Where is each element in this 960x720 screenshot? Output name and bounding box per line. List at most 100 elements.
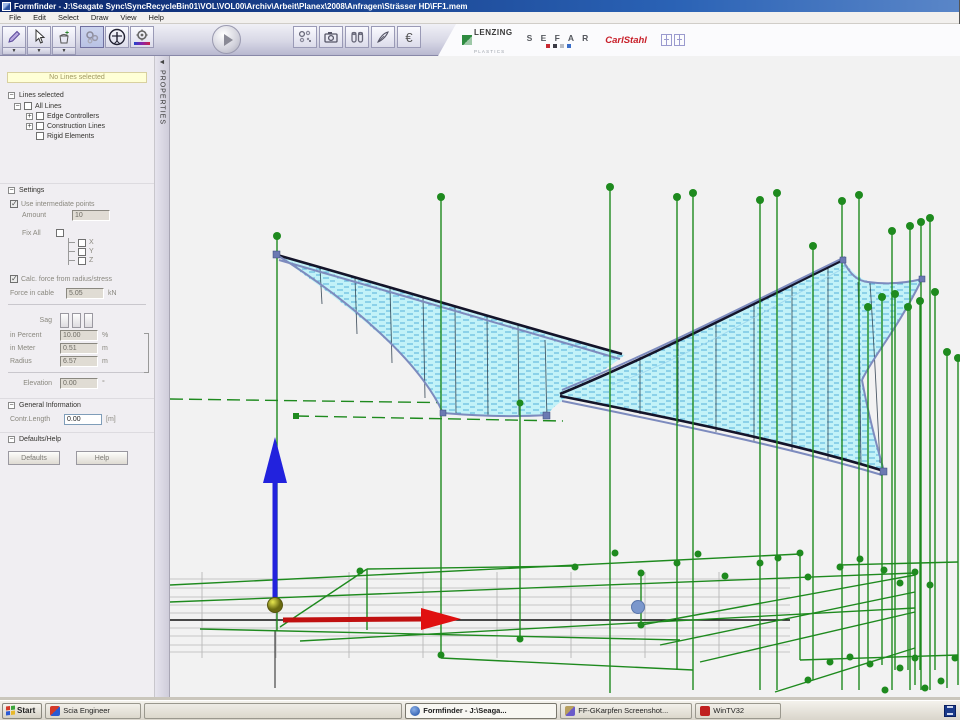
all-lines-checkbox[interactable] [24,102,32,110]
bucket-dropdown[interactable]: ▼ [52,48,76,55]
gear-color-icon [133,28,151,46]
collapse-icon[interactable]: − [8,92,15,99]
calc-force-checkbox[interactable] [10,275,18,283]
collapse-panel-arrow-icon[interactable]: ◄ [159,59,166,66]
fix-all-checkbox[interactable] [56,229,64,237]
in-percent-field[interactable]: 10.00 [60,330,98,341]
select-button[interactable] [27,26,51,48]
wintv-icon [700,706,710,716]
sponsor-logos: LENZING PLASTICS S E F A R CarlStahl [456,24,960,56]
force-field[interactable]: 5.05 [66,288,104,299]
calc-force-row[interactable]: Calc. force from radius/stress [10,274,154,284]
feather-button[interactable] [371,26,395,48]
task-wintv32[interactable]: WinTV32 [695,703,781,719]
membrane-surface[interactable] [277,255,922,475]
task-ff-gkarpfen[interactable]: FF-GKarpfen Screenshot... [560,703,692,719]
statics-button[interactable] [130,26,154,48]
radius-field[interactable]: 6.57 [60,356,98,367]
coordinate-axes [263,437,461,630]
task-unlabeled[interactable] [144,703,402,719]
construction-lines-checkbox[interactable] [36,122,44,130]
collapse-icon[interactable]: − [8,402,15,409]
menu-view[interactable]: View [114,13,142,22]
lenzing-text: LENZING [474,28,513,37]
sag-bracket [144,333,149,373]
menu-select[interactable]: Select [52,13,85,22]
formfinding-button[interactable] [80,26,104,48]
task-scia-engineer[interactable]: Scia Engineer [45,703,141,719]
elevation-field[interactable]: 0.00 [60,378,98,389]
properties-tab-strip[interactable]: ◄ PROPERTIES [155,56,170,697]
menu-file[interactable]: File [3,13,27,22]
lines-selected-header[interactable]: − Lines selected [0,89,154,101]
fix-z-row[interactable]: Z [69,256,154,265]
general-info-header[interactable]: − General Information [0,398,154,411]
in-percent-label: in Percent [10,332,56,339]
play-button[interactable] [212,25,241,54]
fix-all-row[interactable]: Fix All [10,228,154,238]
tree-item-edge-controllers[interactable]: + Edge Controllers [26,111,154,121]
fix-y-checkbox[interactable] [78,248,86,256]
expander-icon[interactable]: + [26,123,33,130]
formfinder-window: Formfinder - J:\Seagate Sync\SyncRecycle… [0,0,960,698]
elevation-label: Elevation [10,380,56,387]
camera-button[interactable] [319,26,343,48]
radius-label: Radius [10,358,56,365]
tree-item-all-lines[interactable]: − All Lines [14,101,154,111]
molecule-button[interactable] [293,26,317,48]
properties-tab-label: PROPERTIES [159,70,166,125]
fix-x-row[interactable]: X [69,238,154,247]
taskbar: Start Scia Engineer Formfinder - J:\Seag… [0,700,960,720]
fix-x-checkbox[interactable] [78,239,86,247]
contr-length-field[interactable]: 0.00 [64,414,102,425]
start-button[interactable]: Start [2,703,42,719]
tree-item-construction-lines[interactable]: + Construction Lines [26,121,154,131]
scia-icon [50,706,60,716]
collapse-icon[interactable]: − [8,436,15,443]
menu-help[interactable]: Help [143,13,170,22]
fix-y-row[interactable]: Y [69,247,154,256]
status-box: No Lines selected [7,72,147,83]
toolbar-diagonal-edge [438,24,456,56]
windows-flag-icon [6,706,15,716]
euro-button[interactable]: € [397,26,421,48]
collapse-icon[interactable]: − [8,187,15,194]
ff-gkarpfen-icon [565,706,575,716]
gears-cluster-icon [84,29,100,45]
defaults-help-header[interactable]: − Defaults/Help [0,432,154,445]
edge-controllers-checkbox[interactable] [36,112,44,120]
expander-icon[interactable]: − [14,103,21,110]
scene-canvas [170,56,960,697]
force-label: Force in cable [10,290,62,297]
tree-item-rigid-elements[interactable]: Rigid Elements [26,131,154,141]
menu-draw[interactable]: Draw [85,13,115,22]
use-intermediate-checkbox[interactable] [10,200,18,208]
use-intermediate-row[interactable]: Use intermediate points [10,199,154,209]
menu-edit[interactable]: Edit [27,13,52,22]
vitruvian-man-icon [108,28,126,46]
help-button[interactable]: Help [76,451,128,465]
tray-language-icon[interactable] [944,705,956,717]
vitruvian-button[interactable] [105,26,129,48]
selected-point-marker[interactable] [632,601,645,614]
defaults-button[interactable]: Defaults [8,451,60,465]
draw-pencil-button[interactable] [2,26,26,48]
window-title: Formfinder - J:\Seagate Sync\SyncRecycle… [14,2,468,11]
purple-glyph-logo [661,34,685,46]
expander-icon[interactable]: + [26,113,33,120]
sag-mode-buttons[interactable] [60,313,93,328]
fix-z-checkbox[interactable] [78,257,86,265]
svg-text:+: + [65,30,69,37]
viewport-3d[interactable] [170,56,960,697]
title-bar[interactable]: Formfinder - J:\Seagate Sync\SyncRecycle… [0,0,959,12]
amount-field[interactable]: 10 [72,210,110,221]
euro-icon: € [405,31,412,44]
rigid-elements-checkbox[interactable] [36,132,44,140]
select-dropdown[interactable]: ▼ [27,48,51,55]
task-formfinder[interactable]: Formfinder - J:\Seaga... [405,703,557,719]
settings-header[interactable]: − Settings [0,183,154,196]
add-bucket-button[interactable]: + [52,26,76,48]
in-meter-field[interactable]: 0.51 [60,343,98,354]
material-rolls-button[interactable] [345,26,369,48]
draw-dropdown[interactable]: ▼ [2,48,26,55]
